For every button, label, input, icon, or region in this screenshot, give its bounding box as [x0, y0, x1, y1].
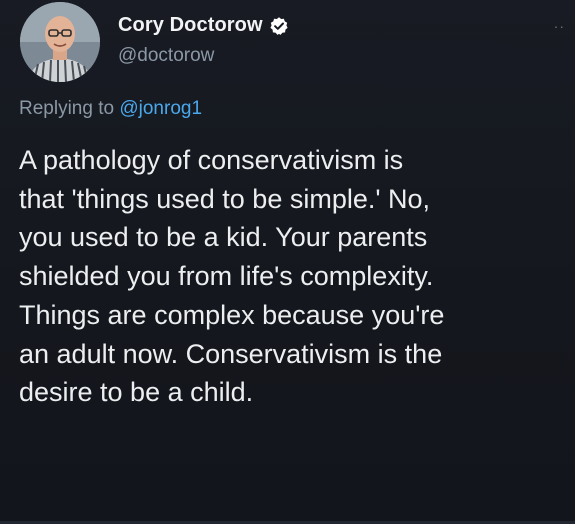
tweet-card: Cory Doctorow @doctorow ·· Replying to @…	[0, 0, 575, 524]
tweet-text-line: that 'things used to be simple.' No,	[19, 183, 431, 214]
author-handle[interactable]: @doctorow	[118, 45, 214, 67]
reply-target-link[interactable]: @jonrog1	[119, 98, 202, 119]
tweet-text: A pathology of conservativism is that 't…	[19, 141, 567, 412]
more-options-icon[interactable]: ··	[554, 18, 565, 34]
tweet-text-line: A pathology of conservativism is	[19, 145, 404, 175]
tweet-text-line: shielded you from life's complexity.	[19, 261, 434, 292]
avatar-photo-icon	[20, 2, 100, 82]
tweet-text-line: you used to be a kid. Your parents	[19, 222, 428, 253]
author-avatar[interactable]	[20, 2, 100, 82]
author-name-row: Cory Doctorow	[118, 14, 289, 37]
tweet-text-line: Things are complex because you're	[19, 299, 445, 330]
replying-to-label: Replying to	[19, 98, 120, 119]
verified-badge-icon	[269, 16, 289, 36]
tweet-text-line: an adult now. Conservativism is the	[19, 338, 443, 369]
author-display-name[interactable]: Cory Doctorow	[118, 14, 263, 37]
replying-to-line: Replying to @jonrog1	[19, 98, 202, 120]
tweet-text-line: desire to be a child.	[19, 377, 254, 408]
